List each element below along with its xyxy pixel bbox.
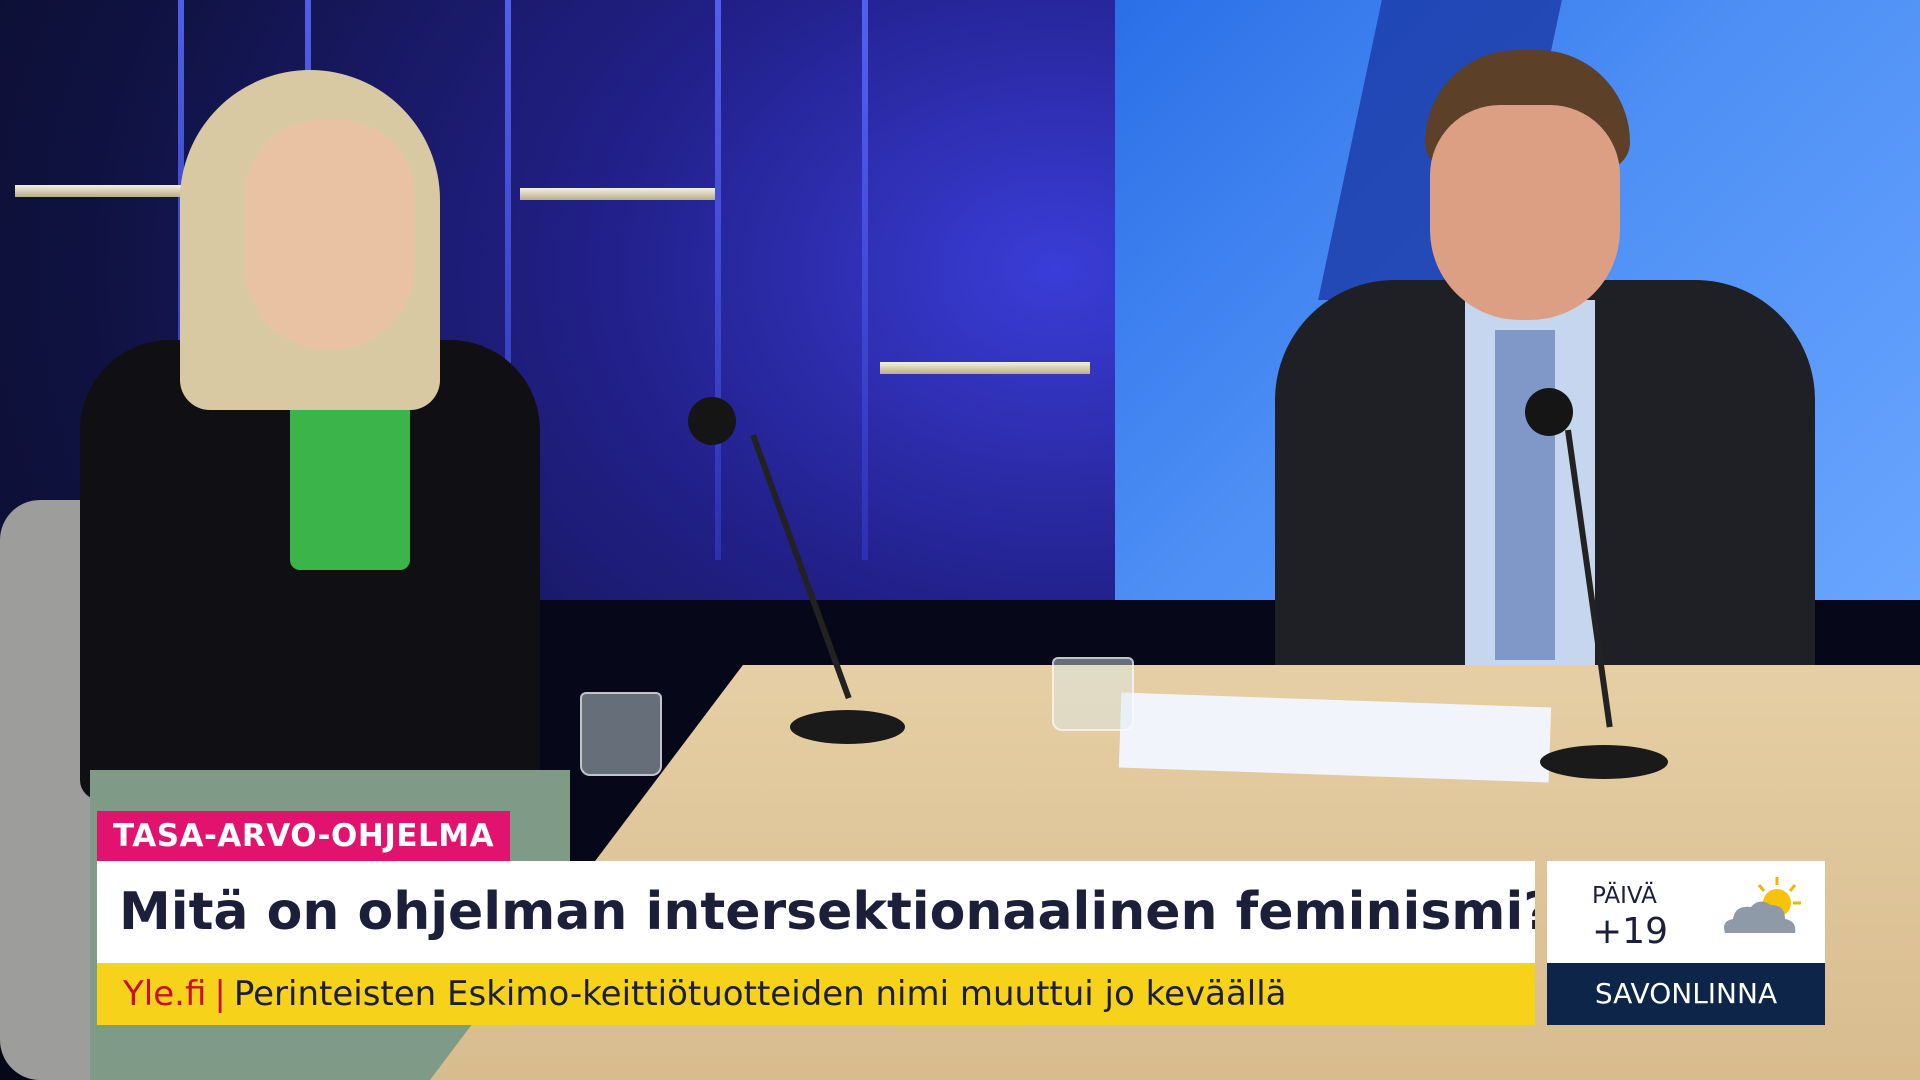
guest-right-tie — [1495, 330, 1555, 660]
ticker-source: Yle.fi — [123, 974, 207, 1014]
guest-left-face — [245, 120, 415, 350]
light-shelf — [15, 185, 190, 197]
microphone-left — [688, 397, 736, 445]
weather-widget: PÄIVÄ +19 — [1547, 861, 1825, 963]
microphone-right-base — [1540, 745, 1668, 779]
water-glass — [580, 692, 662, 776]
weather-label: PÄIVÄ — [1592, 883, 1657, 909]
sun-behind-cloud-icon — [1724, 877, 1801, 933]
microphone-left-base — [790, 710, 905, 744]
news-ticker: Yle.fi | Perinteisten Eskimo-keittiötuotte… — [97, 963, 1535, 1025]
water-glass — [1052, 657, 1134, 731]
light-panel — [862, 0, 868, 560]
ticker-separator: | — [214, 974, 226, 1014]
ticker-text: Perinteisten Eskimo-keittiötuotteiden ni… — [233, 974, 1287, 1014]
papers — [1118, 692, 1552, 783]
segment-tag: TASA-ARVO-OHJELMA — [97, 811, 511, 861]
weather-temperature: +19 — [1592, 911, 1668, 952]
light-panel — [715, 0, 721, 560]
guest-right-face — [1430, 105, 1620, 320]
light-shelf — [520, 188, 715, 200]
microphone-right — [1525, 388, 1573, 436]
weather-city: SAVONLINNA — [1547, 963, 1825, 1025]
headline: Mitä on ohjelman intersektionaalinen fem… — [97, 861, 1535, 963]
light-shelf — [880, 362, 1090, 374]
